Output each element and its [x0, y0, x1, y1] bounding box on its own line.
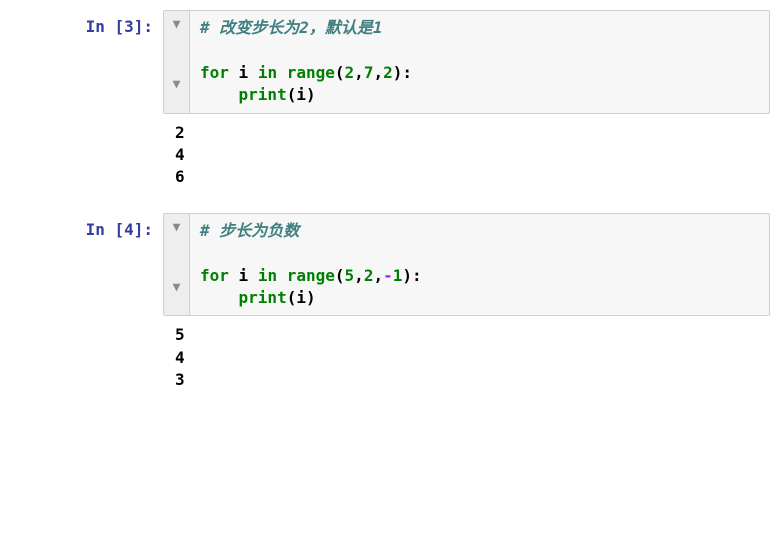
- input-prompt: In [3]:: [8, 10, 163, 38]
- code-editor[interactable]: # 步长为负数 for i in range(5,2,-1): print(i): [190, 214, 769, 316]
- fold-icon[interactable]: ▼: [173, 16, 181, 34]
- builtin-range: range: [287, 63, 335, 82]
- num: 2: [364, 266, 374, 285]
- fold-icon[interactable]: ▼: [173, 279, 181, 297]
- code-cell: In [4]: ▼ ▼ # 步长为负数 for i in range(5,2,-…: [8, 213, 770, 317]
- num: 2: [345, 63, 355, 82]
- var: i: [229, 266, 258, 285]
- num: 1: [393, 266, 403, 285]
- output-prompt: [8, 320, 163, 326]
- comment: # 步长为负数: [200, 221, 299, 240]
- num: 5: [345, 266, 355, 285]
- input-prompt: In [4]:: [8, 213, 163, 241]
- output-cell: 5 4 3: [8, 320, 770, 395]
- fold-gutter: ▼ ▼: [164, 11, 190, 113]
- var: i: [296, 85, 306, 104]
- op-neg: -: [383, 266, 393, 285]
- code-editor[interactable]: # 改变步长为2，默认是1 for i in range(2,7,2): pri…: [190, 11, 769, 113]
- comment: # 改变步长为2，默认是1: [200, 18, 383, 37]
- output-cell: 2 4 6: [8, 118, 770, 193]
- fold-icon[interactable]: ▼: [173, 219, 181, 237]
- stdout: 2 4 6: [163, 118, 770, 193]
- builtin-print: print: [239, 288, 287, 307]
- keyword-for: for: [200, 63, 229, 82]
- keyword-in: in: [258, 266, 277, 285]
- code-input-area[interactable]: ▼ ▼ # 步长为负数 for i in range(5,2,-1): prin…: [163, 213, 770, 317]
- code-cell: In [3]: ▼ ▼ # 改变步长为2，默认是1 for i in range…: [8, 10, 770, 114]
- num: 7: [364, 63, 374, 82]
- keyword-for: for: [200, 266, 229, 285]
- keyword-in: in: [258, 63, 277, 82]
- output-prompt: [8, 118, 163, 124]
- code-input-area[interactable]: ▼ ▼ # 改变步长为2，默认是1 for i in range(2,7,2):…: [163, 10, 770, 114]
- notebook: In [3]: ▼ ▼ # 改变步长为2，默认是1 for i in range…: [0, 0, 778, 425]
- fold-icon[interactable]: ▼: [173, 76, 181, 94]
- var: i: [229, 63, 258, 82]
- fold-gutter: ▼ ▼: [164, 214, 190, 316]
- builtin-range: range: [287, 266, 335, 285]
- stdout: 5 4 3: [163, 320, 770, 395]
- var: i: [296, 288, 306, 307]
- builtin-print: print: [239, 85, 287, 104]
- num: 2: [383, 63, 393, 82]
